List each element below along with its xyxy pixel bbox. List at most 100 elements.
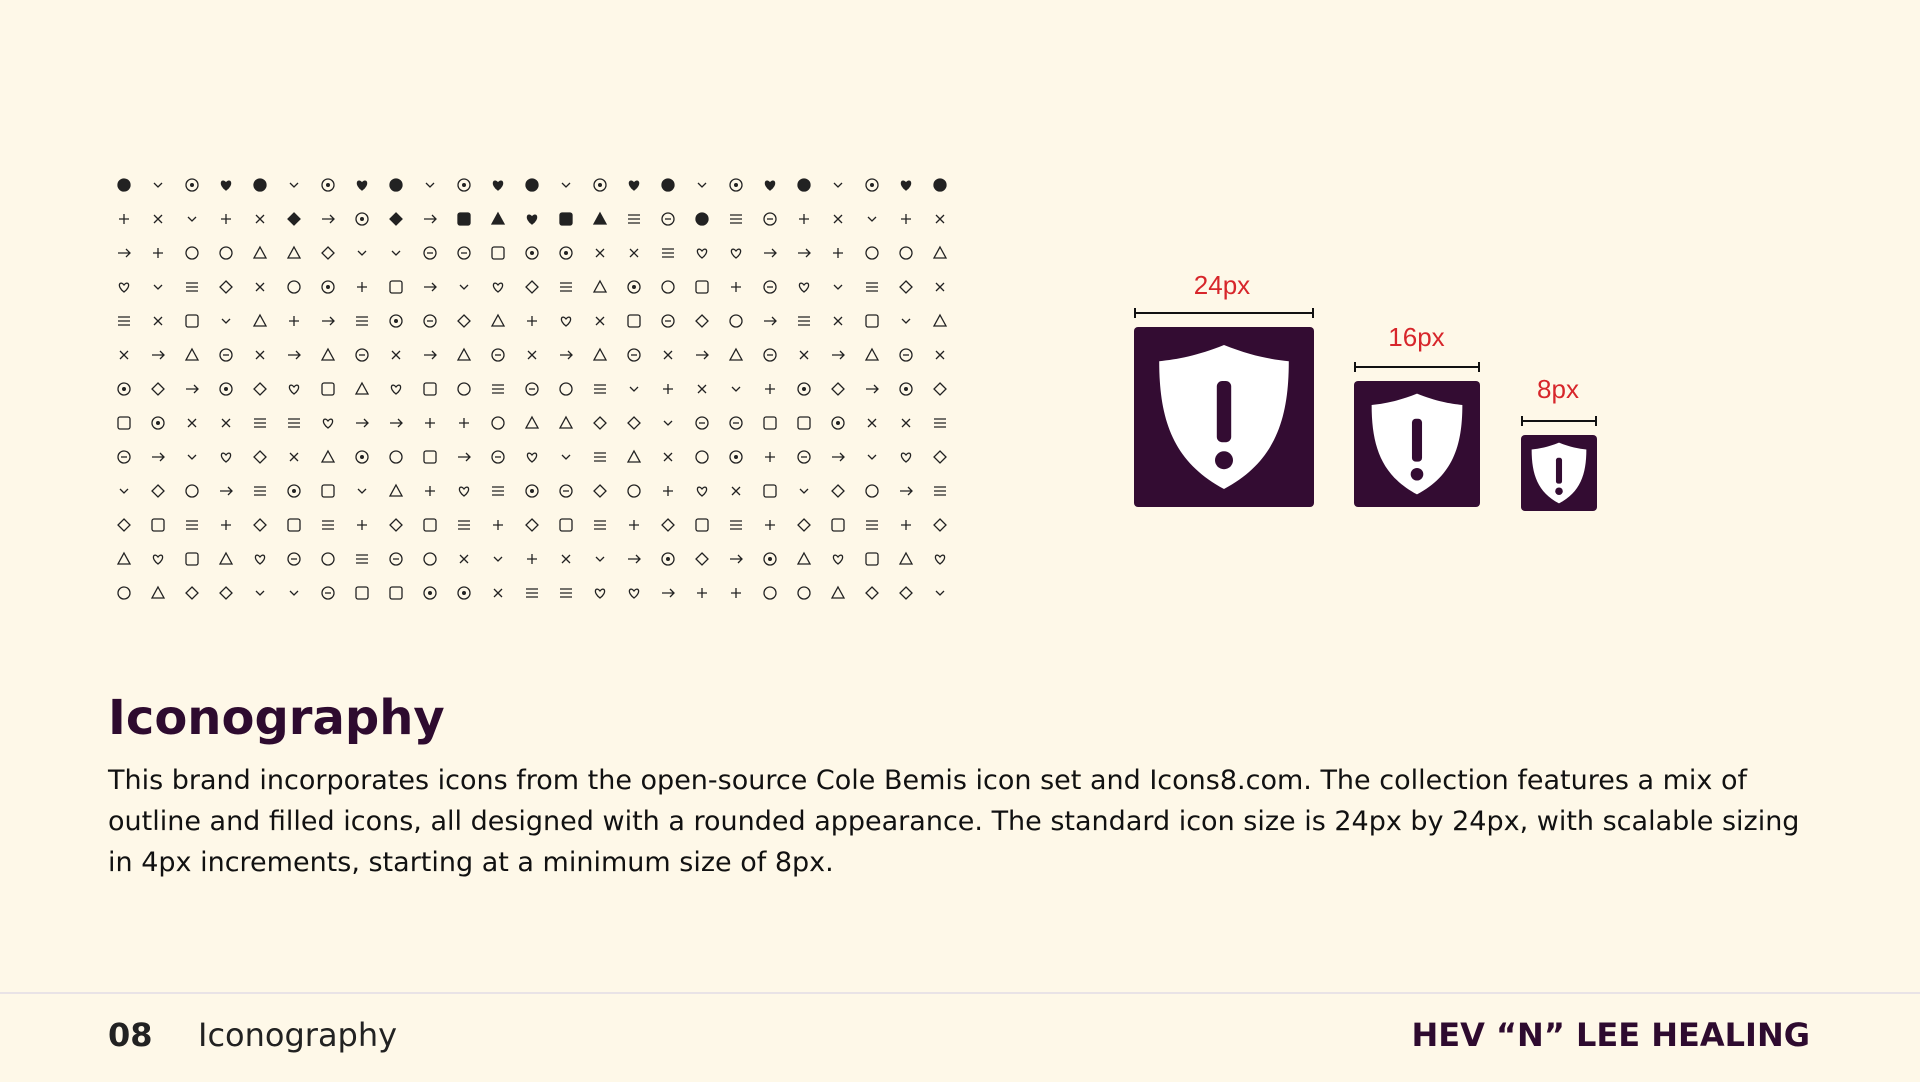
grid-tri-icon (490, 313, 506, 327)
grid-minus-icon (355, 348, 369, 362)
alert-circle-icon (389, 178, 403, 192)
grid-x-icon (935, 282, 945, 292)
slide-title: Iconography (108, 690, 445, 746)
grid-arrow-icon (424, 350, 437, 360)
grid-minus-icon (899, 348, 913, 362)
grid-lines-icon (254, 418, 266, 428)
grid-circle-icon (559, 382, 573, 396)
grid-x-icon (391, 350, 401, 360)
grid-circle-icon (185, 484, 199, 498)
grid-circle-icon (185, 246, 199, 260)
grid-tri-icon (184, 347, 200, 361)
grid-x-icon (527, 350, 537, 360)
send-icon (933, 178, 947, 192)
grid-lines-icon (798, 316, 810, 326)
grid-tri-icon (796, 551, 812, 565)
grid-ring-icon (627, 280, 641, 294)
grid-x-icon (595, 316, 605, 326)
grid-arrow-icon (118, 248, 131, 258)
grid-x-icon (255, 350, 265, 360)
grid-ring-icon (729, 450, 743, 464)
grid-diamond-icon (627, 416, 641, 430)
grid-x-icon (153, 316, 163, 326)
grid-heart-icon (934, 554, 946, 565)
grid-tri-icon (830, 585, 846, 599)
grid-arrow-icon (390, 418, 403, 428)
grid-lines-icon (934, 486, 946, 496)
grid-arrow-icon (424, 214, 437, 224)
footer: 08 Iconography HEV “N” LEE HEALING (0, 992, 1920, 1082)
grid-diamond-icon (695, 552, 709, 566)
grid-square-icon (185, 552, 199, 566)
shield-alert-icon (1134, 327, 1314, 507)
alert-triangle-icon (661, 178, 675, 192)
grid-diamond-icon (593, 484, 607, 498)
grid-lines-icon (186, 520, 198, 530)
grid-lines-icon (560, 588, 572, 598)
grid-diamond-icon (117, 518, 131, 532)
grid-lines-icon (662, 248, 674, 258)
grid-chev-icon (901, 318, 911, 324)
arrow-up-icon (117, 178, 131, 192)
dimension-line-16px (1354, 362, 1480, 372)
grid-ring-icon (219, 382, 233, 396)
grid-lines-icon (560, 282, 572, 292)
grid-tri-icon (218, 551, 234, 565)
map-icon (628, 180, 640, 191)
slide-description: This brand incorporates icons from the o… (108, 765, 1800, 878)
grid-heart-icon (254, 554, 266, 565)
grid-diamond-icon (933, 518, 947, 532)
grid-minus-icon (763, 280, 777, 294)
grid-tri-icon (524, 415, 540, 429)
grid-plus-icon (357, 282, 367, 292)
run-icon (321, 178, 335, 192)
grid-diamond-icon (593, 416, 607, 430)
grid-arrow-icon (628, 554, 641, 564)
grid-diamond-icon (253, 450, 267, 464)
grid-heart-icon (220, 452, 232, 463)
grid-plus-icon (765, 384, 775, 394)
facebook-icon (865, 178, 879, 192)
grid-lines-icon (186, 282, 198, 292)
grid-square-icon (559, 518, 573, 532)
compass-icon (697, 182, 707, 188)
grid-circle-icon (695, 212, 709, 226)
grid-ring-icon (661, 552, 675, 566)
lock-icon (356, 180, 368, 191)
grid-heart-icon (696, 486, 708, 497)
grid-arrow-icon (696, 350, 709, 360)
grid-arrow-icon (866, 384, 879, 394)
grid-arrow-icon (356, 418, 369, 428)
grid-plus-icon (663, 384, 673, 394)
grid-tri-icon (592, 347, 608, 361)
grid-diamond-icon (389, 212, 403, 226)
grid-ring-icon (321, 280, 335, 294)
grid-chev-icon (187, 454, 197, 460)
grid-ring-icon (151, 416, 165, 430)
grid-tri-icon (932, 245, 948, 259)
grid-diamond-icon (457, 314, 471, 328)
grid-plus-icon (731, 282, 741, 292)
grid-x-icon (833, 214, 843, 224)
grid-square-icon (117, 416, 131, 430)
grid-plus-icon (765, 452, 775, 462)
grid-square-icon (355, 586, 369, 600)
grid-chev-icon (153, 284, 163, 290)
grid-lines-icon (866, 520, 878, 530)
grid-plus-icon (357, 520, 367, 530)
grid-diamond-icon (185, 586, 199, 600)
grid-x-icon (493, 588, 503, 598)
grid-diamond-icon (661, 518, 675, 532)
grid-diamond-icon (253, 518, 267, 532)
grid-lines-icon (526, 588, 538, 598)
grid-lines-icon (730, 214, 742, 224)
grid-diamond-icon (219, 280, 233, 294)
grid-x-icon (697, 384, 707, 394)
grid-arrow-icon (900, 486, 913, 496)
grid-circle-icon (661, 280, 675, 294)
grid-lines-icon (356, 554, 368, 564)
grid-lines-icon (934, 418, 946, 428)
grid-square-icon (831, 518, 845, 532)
grid-x-icon (459, 554, 469, 564)
grid-minus-icon (797, 450, 811, 464)
